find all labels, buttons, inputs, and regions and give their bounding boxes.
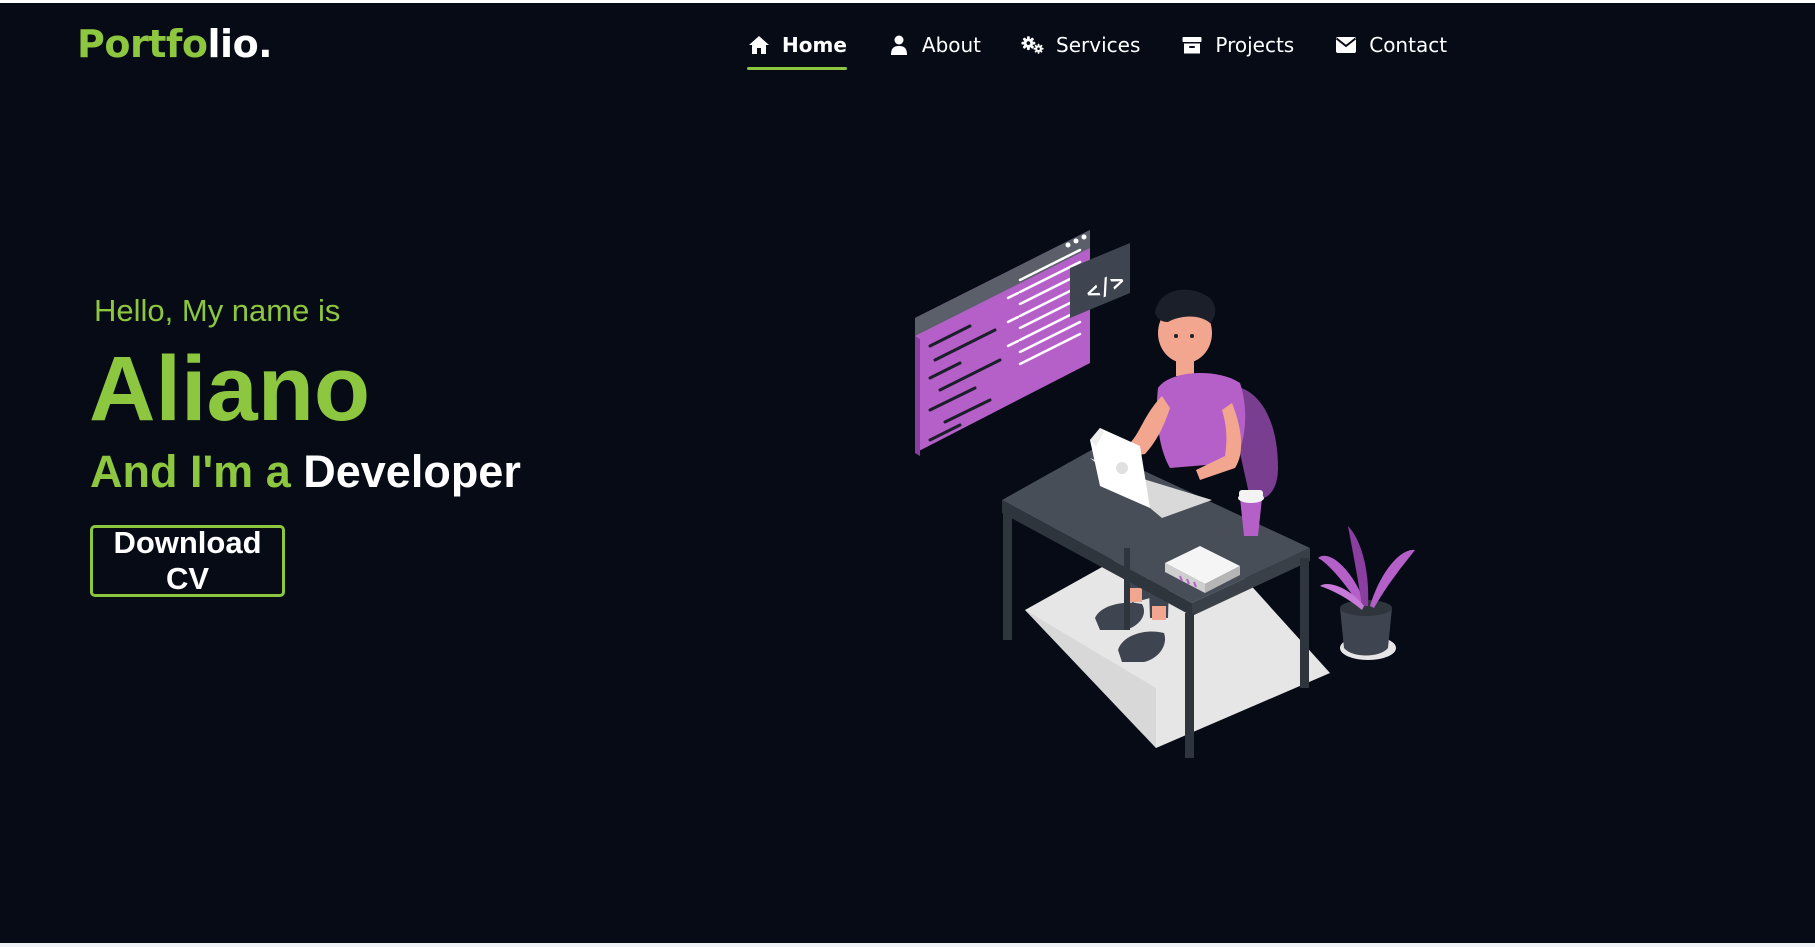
logo-part-green: Portfo — [77, 22, 208, 66]
main-nav: Home About Services Projects Contact — [747, 27, 1447, 70]
hero-greeting: Hello, My name is — [94, 293, 341, 328]
nav-label-home: Home — [782, 33, 847, 57]
envelope-icon — [1334, 34, 1358, 56]
nav-label-services: Services — [1056, 33, 1141, 57]
cogs-icon — [1021, 34, 1045, 56]
developer-at-desk-illustration: </> — [900, 218, 1420, 761]
hero-name: Aliano — [89, 338, 371, 440]
nav-label-contact: Contact — [1369, 33, 1448, 57]
user-icon — [887, 34, 911, 56]
logo-part-white: lio. — [207, 22, 273, 66]
nav-label-projects: Projects — [1215, 33, 1295, 57]
role-title: Developer — [303, 446, 521, 497]
nav-item-home[interactable]: Home — [747, 27, 847, 70]
nav-item-about[interactable]: About — [887, 27, 981, 63]
logo[interactable]: Portfolio. — [77, 22, 273, 66]
page: Portfolio. Home About Services Projects … — [0, 3, 1815, 943]
nav-label-about: About — [921, 33, 982, 57]
nav-item-projects[interactable]: Projects — [1180, 27, 1294, 63]
hero-role-line: And I'm a Developer — [90, 449, 521, 494]
role-prefix: And I'm a — [90, 446, 291, 497]
nav-item-contact[interactable]: Contact — [1334, 27, 1447, 63]
download-cv-button[interactable]: Download CV — [90, 525, 285, 597]
home-icon — [747, 34, 771, 56]
archive-icon — [1180, 34, 1204, 56]
nav-item-services[interactable]: Services — [1021, 27, 1140, 63]
bottom-strip — [0, 943, 1815, 947]
